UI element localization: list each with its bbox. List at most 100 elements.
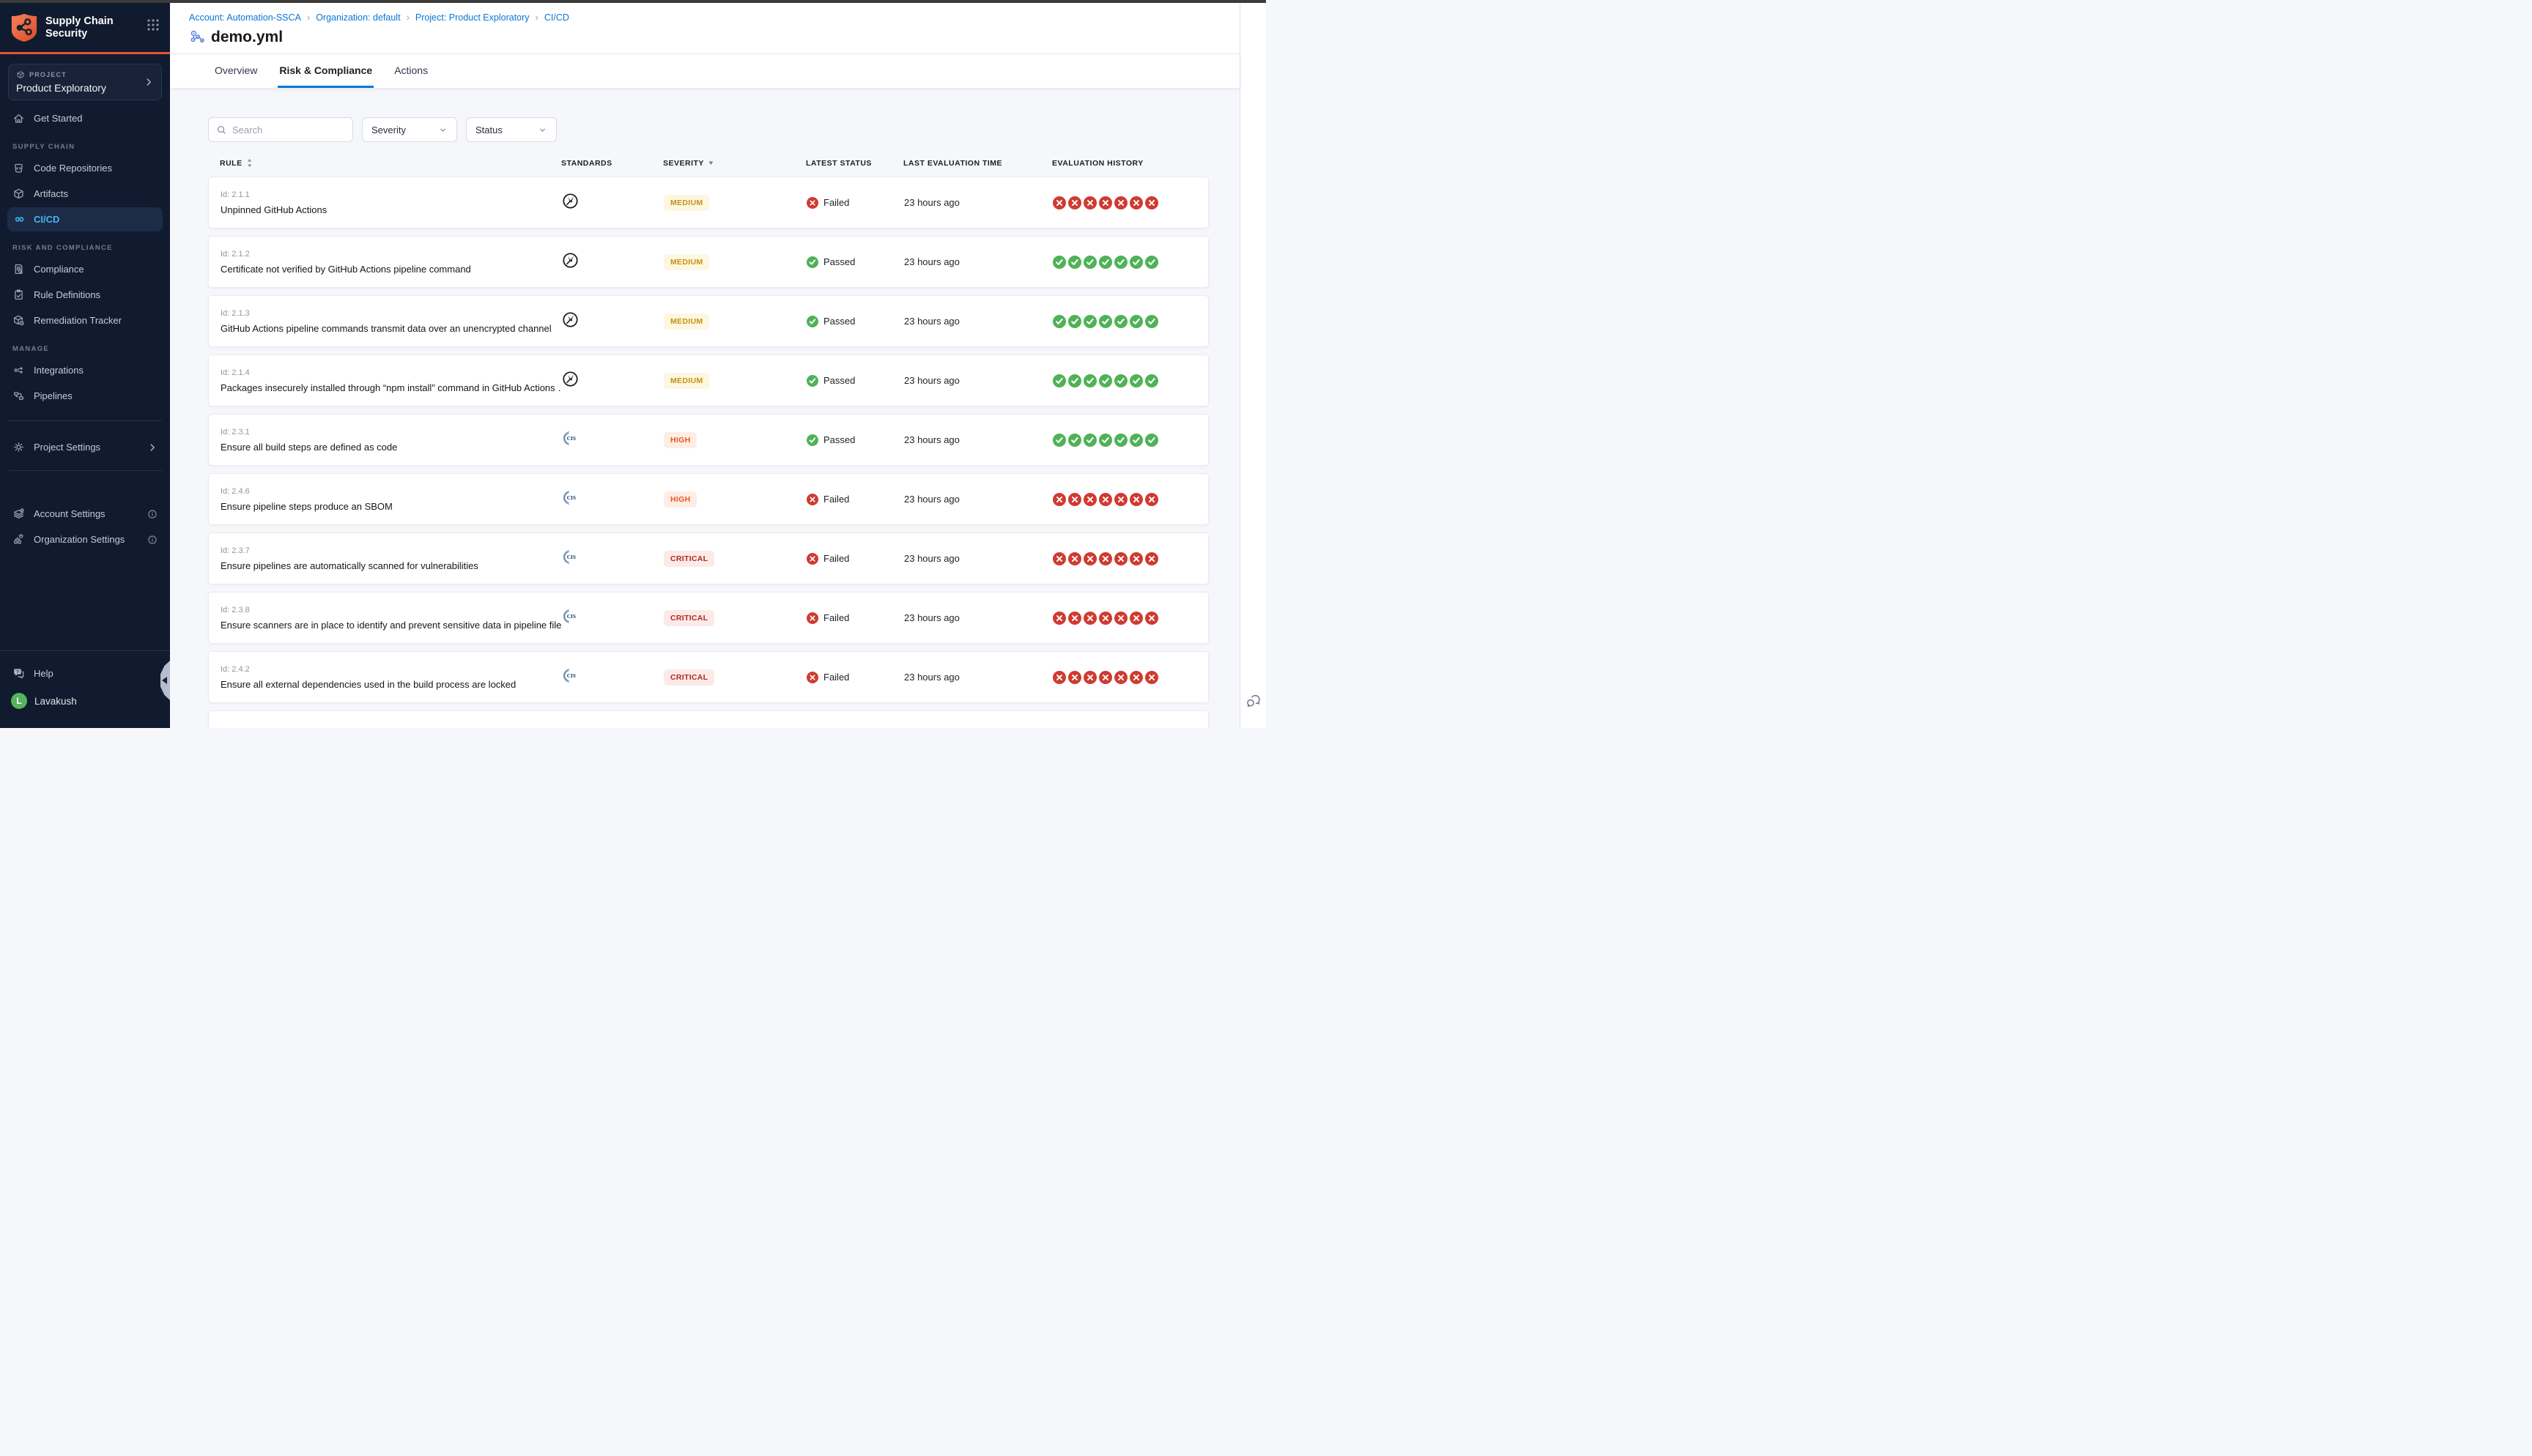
breadcrumb-cicd-link[interactable]: CI/CD [544, 12, 569, 23]
svg-text:?: ? [16, 670, 19, 675]
history-failed-icon [1068, 196, 1081, 209]
brand-accent-line [0, 52, 170, 54]
tab-risk-and-compliance[interactable]: Risk & Compliance [278, 64, 374, 88]
breadcrumb-project-link[interactable]: Project: Product Exploratory [415, 12, 530, 23]
table-row[interactable]: Id: 2.1.2 Certificate not verified by Gi… [208, 236, 1209, 288]
sidebar-item-pipelines[interactable]: Pipelines [7, 384, 163, 408]
evaluation-history [1053, 552, 1208, 565]
chevron-right-icon [144, 77, 154, 87]
sidebar-item-account-settings[interactable]: Account Settings [7, 502, 163, 526]
severity-badge: CRITICAL [664, 551, 714, 567]
history-passed-icon [1114, 315, 1128, 328]
last-evaluation-time: 23 hours ago [904, 316, 1053, 327]
gear-icon [12, 441, 25, 453]
search-input[interactable] [232, 125, 345, 135]
sidebar-item-label: Code Repositories [34, 163, 112, 174]
project-selector[interactable]: PROJECT Product Exploratory [8, 64, 162, 100]
history-passed-icon [1084, 374, 1097, 387]
history-passed-icon [1068, 315, 1081, 328]
severity-badge: MEDIUM [664, 254, 709, 270]
table-row[interactable]: Id: 2.3.1 Ensure all build steps are def… [208, 414, 1209, 466]
table-row[interactable]: Id: 2.1.4 Packages insecurely installed … [208, 354, 1209, 406]
sidebar-item-help[interactable]: ? Help [0, 661, 170, 686]
history-failed-icon [1084, 612, 1097, 625]
column-header-standards: STANDARDS [561, 159, 663, 168]
severity-filter-select[interactable]: Severity [362, 117, 457, 142]
svg-text:CIS: CIS [567, 436, 576, 442]
sidebar-item-get-started[interactable]: Get Started [7, 106, 163, 130]
evaluation-history [1053, 493, 1208, 506]
status-label: Failed [823, 612, 849, 623]
rule-name: Ensure all build steps are defined as co… [221, 442, 562, 453]
history-passed-icon [1114, 256, 1128, 269]
breadcrumb-account-link[interactable]: Account: Automation-SSCA [189, 12, 301, 23]
column-header-severity-label: SEVERITY [663, 159, 704, 168]
risk-compliance-content: Severity Status RULE STANDARDS SEVERITY [170, 88, 1240, 728]
column-header-latest-status: LATEST STATUS [806, 159, 903, 168]
failed-x-icon [807, 553, 818, 565]
status-label: Failed [823, 494, 849, 505]
history-failed-icon [1114, 196, 1128, 209]
status-filter-select[interactable]: Status [466, 117, 557, 142]
info-icon[interactable] [147, 535, 158, 545]
table-row[interactable]: Id: 2.1.3 GitHub Actions pipeline comman… [208, 295, 1209, 347]
column-header-severity[interactable]: SEVERITY [663, 159, 806, 168]
severity-badge: CRITICAL [664, 669, 714, 686]
history-failed-icon [1145, 552, 1158, 565]
table-row[interactable]: Id: 3.1.7 CIS CRITICAL Failed 23 hours a… [208, 710, 1209, 728]
last-evaluation-time: 23 hours ago [904, 494, 1053, 505]
history-failed-icon [1130, 493, 1143, 506]
user-name: Lavakush [34, 696, 77, 707]
tab-actions[interactable]: Actions [393, 64, 429, 88]
history-failed-icon [1145, 196, 1158, 209]
sidebar-item-label: Integrations [34, 365, 84, 376]
tab-overview[interactable]: Overview [213, 64, 259, 88]
history-failed-icon [1114, 671, 1128, 684]
table-row[interactable]: Id: 2.4.2 Ensure all external dependenci… [208, 651, 1209, 703]
user-menu[interactable]: L Lavakush [0, 686, 170, 716]
sidebar-item-artifacts[interactable]: Artifacts [7, 182, 163, 206]
sidebar-item-integrations[interactable]: Integrations [7, 358, 163, 382]
sidebar-item-project-settings[interactable]: Project Settings [7, 435, 163, 459]
history-failed-icon [1068, 552, 1081, 565]
breadcrumb-separator: › [407, 12, 410, 23]
failed-x-icon [807, 494, 818, 505]
owasp-standard-icon [562, 252, 579, 269]
sidebar-item-rule-definitions[interactable]: Rule Definitions [7, 283, 163, 307]
sidebar-item-remediation-tracker[interactable]: Remediation Tracker [7, 308, 163, 333]
table-row[interactable]: Id: 2.1.1 Unpinned GitHub Actions MEDIUM… [208, 177, 1209, 229]
sidebar-item-label: Project Settings [34, 442, 100, 453]
last-evaluation-time: 23 hours ago [904, 256, 1053, 267]
cis-standard-icon: CIS [562, 608, 579, 625]
history-failed-icon [1068, 493, 1081, 506]
history-passed-icon [1084, 315, 1097, 328]
table-row[interactable]: Id: 2.3.8 Ensure scanners are in place t… [208, 592, 1209, 644]
apps-grid-icon[interactable] [147, 18, 160, 31]
rule-id: Id: 2.3.1 [221, 428, 562, 437]
sidebar-section-label: RISK AND COMPLIANCE [12, 244, 170, 252]
history-failed-icon [1053, 612, 1066, 625]
sidebar-item-compliance[interactable]: Compliance [7, 257, 163, 281]
last-evaluation-time: 23 hours ago [904, 434, 1053, 445]
chat-support-icon[interactable] [1245, 693, 1262, 709]
sidebar-section-label: MANAGE [12, 345, 170, 353]
sidebar-item-label: Rule Definitions [34, 289, 100, 300]
sidebar-item-code-repositories[interactable]: Code Repositories [7, 156, 163, 180]
table-row[interactable]: Id: 2.4.6 Ensure pipeline steps produce … [208, 473, 1209, 525]
sidebar-item-ci-cd[interactable]: CI/CD [7, 207, 163, 231]
table-row[interactable]: Id: 2.3.7 Ensure pipelines are automatic… [208, 532, 1209, 584]
help-label: Help [34, 668, 53, 679]
sort-both-icon[interactable] [246, 158, 253, 168]
info-icon[interactable] [147, 509, 158, 519]
evaluation-history [1053, 374, 1208, 387]
column-header-rule[interactable]: RULE [208, 158, 561, 168]
history-passed-icon [1145, 315, 1158, 328]
tab-bar: Overview Risk & Compliance Actions [170, 54, 1240, 88]
sidebar-item-organization-settings[interactable]: Organization Settings [7, 527, 163, 551]
breadcrumb-organization-link[interactable]: Organization: default [316, 12, 400, 23]
supply-chain-security-logo-icon [10, 12, 38, 43]
history-passed-icon [1068, 374, 1081, 387]
history-failed-icon [1130, 612, 1143, 625]
history-failed-icon [1145, 671, 1158, 684]
rule-name: Certificate not verified by GitHub Actio… [221, 264, 562, 275]
